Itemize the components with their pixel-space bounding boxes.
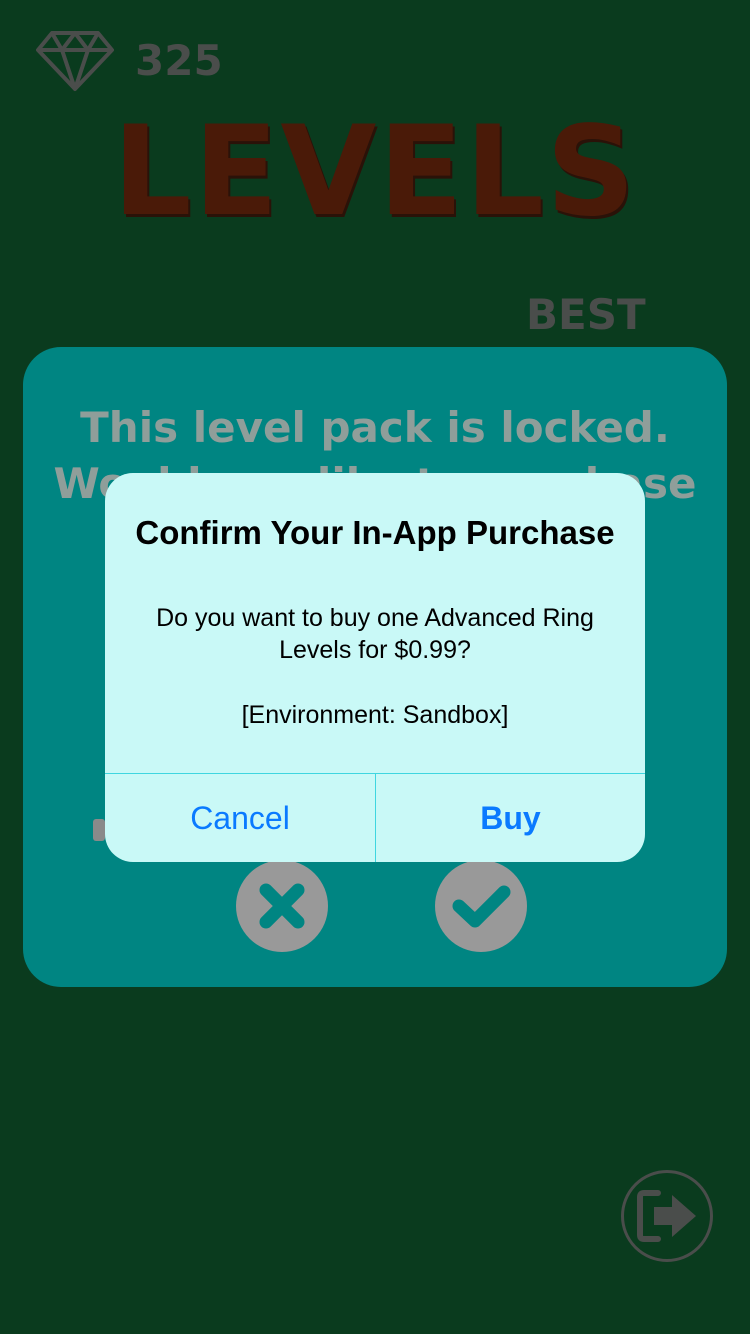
levels-screen: 325 LEVELS BEST This level pack is locke… [0,0,750,1334]
accept-button[interactable] [435,860,527,952]
exit-button[interactable] [621,1170,713,1262]
x-icon [259,883,305,929]
buy-button[interactable]: Buy [376,774,645,862]
checkmark-icon [452,885,511,928]
page-title: LEVELS [112,100,638,244]
best-label: BEST [526,290,646,339]
exit-arrow-icon [637,1190,696,1242]
side-handle [93,819,105,841]
dialog-title: Confirm Your In-App Purchase [135,514,615,551]
diamond-icon [36,31,114,91]
gem-count: 325 [135,36,223,85]
dialog-environment: [Environment: Sandbox] [241,701,509,729]
purchase-confirm-dialog: Confirm Your In-App Purchase Do you want… [105,473,645,862]
cancel-button[interactable]: Cancel [105,774,375,862]
dialog-message: Do you want to buy one Advanced Ring Lev… [156,604,594,664]
decline-button[interactable] [236,860,328,952]
locked-message-line1: This level pack is locked. [80,403,670,452]
